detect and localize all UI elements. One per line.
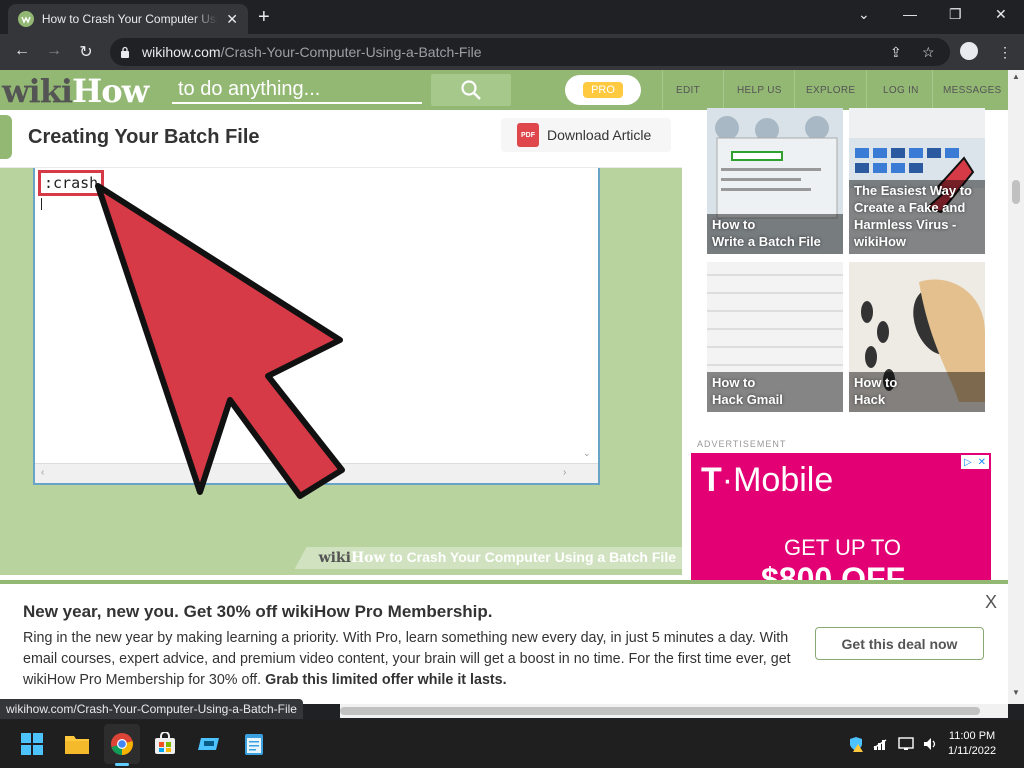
promo-body: Ring in the new year by making learning … bbox=[23, 630, 791, 688]
web-page: wikiHow to do anything... PRO EDIT HELP … bbox=[0, 70, 1008, 704]
address-bar[interactable]: wikihow.com/Crash-Your-Computer-Using-a-… bbox=[110, 38, 950, 66]
restore-icon[interactable]: ❐ bbox=[949, 6, 962, 23]
red-arrow-icon bbox=[95, 183, 345, 499]
new-tab-icon[interactable]: + bbox=[258, 6, 270, 29]
browser-tab[interactable]: How to Crash Your Computer Using a Batch… bbox=[8, 4, 248, 34]
nav-explore[interactable]: EXPLORE bbox=[806, 85, 855, 96]
url-path: /Crash-Your-Computer-Using-a-Batch-File bbox=[220, 44, 482, 60]
wikihow-header: wikiHow to do anything... PRO EDIT HELP … bbox=[0, 70, 1008, 110]
related-card-hack[interactable]: How to Hack bbox=[849, 262, 985, 412]
nav-log-in[interactable]: LOG IN bbox=[883, 85, 919, 96]
section-title: Creating Your Batch File bbox=[28, 126, 260, 148]
url-host: wikihow.com bbox=[142, 44, 221, 60]
scrollbar-thumb bbox=[1012, 180, 1020, 204]
notepad-icon[interactable] bbox=[240, 730, 268, 758]
ad-brand: T·Mobile bbox=[701, 461, 834, 499]
wikihow-logo[interactable]: wikiHow bbox=[2, 72, 149, 110]
section-header: Creating Your Batch File PDF Download Ar… bbox=[0, 110, 682, 168]
tmobile-advertisement[interactable]: ▷ ✕ T·Mobile GET UP TO $800 OFF bbox=[691, 453, 991, 583]
scroll-down-icon: ▼ bbox=[1012, 688, 1020, 697]
remote-desktop-icon[interactable] bbox=[195, 730, 223, 758]
wikihow-favicon-icon bbox=[18, 11, 34, 27]
nav-edit[interactable]: EDIT bbox=[676, 85, 700, 96]
network-disconnected-icon[interactable] bbox=[872, 736, 888, 755]
menu-kebab-icon[interactable]: ⋮ bbox=[998, 44, 1012, 61]
reload-icon[interactable]: ↻ bbox=[76, 42, 96, 62]
link-status-bubble: wikihow.com/Crash-Your-Computer-Using-a-… bbox=[0, 699, 303, 719]
promo-title: New year, new you. Get 30% off wikiHow P… bbox=[23, 602, 493, 621]
step-image[interactable]: ⌄ ‹ › :crash wikiHow to Crash Your Compu… bbox=[0, 168, 682, 575]
download-article-button[interactable]: PDF Download Article bbox=[501, 118, 671, 152]
tab-close-icon[interactable]: ✕ bbox=[226, 11, 238, 28]
related-card-fake-virus[interactable]: The Easiest Way to Create a Fake and Harml… bbox=[849, 108, 985, 254]
bookmark-star-icon[interactable]: ☆ bbox=[922, 44, 935, 61]
browser-tab-bar: How to Crash Your Computer Using a Batch… bbox=[0, 0, 1024, 34]
chrome-icon[interactable] bbox=[108, 730, 136, 758]
section-marker bbox=[0, 115, 12, 159]
lock-icon[interactable] bbox=[120, 46, 130, 58]
forward-icon[interactable]: → bbox=[44, 42, 64, 60]
notepad-vertical-scrollbar: ⌄ bbox=[578, 168, 598, 463]
tab-title: How to Crash Your Computer Using a Batch… bbox=[41, 12, 219, 26]
pro-promo-banner: New year, new you. Get 30% off wikiHow P… bbox=[0, 580, 1008, 704]
page-horizontal-scrollbar[interactable] bbox=[340, 704, 1008, 718]
security-warning-icon[interactable] bbox=[848, 736, 864, 755]
related-card-write-batch-file[interactable]: How to Write a Batch File bbox=[707, 108, 843, 254]
related-caption: How to Hack bbox=[854, 375, 898, 407]
active-app-indicator bbox=[115, 763, 129, 766]
file-explorer-icon[interactable] bbox=[63, 730, 91, 758]
back-icon[interactable]: ← bbox=[12, 42, 32, 60]
related-caption: The Easiest Way to Create a Fake and Harml… bbox=[854, 183, 972, 249]
profile-avatar-icon[interactable] bbox=[960, 42, 978, 60]
related-articles: How to Write a Batch File The Easiest Way… bbox=[692, 108, 992, 425]
ad-choices-icon[interactable]: ▷ ✕ bbox=[961, 455, 989, 469]
windows-taskbar: 11:00 PM 1/11/2022 bbox=[0, 720, 1024, 768]
microsoft-store-icon[interactable] bbox=[151, 730, 179, 758]
window-close-icon[interactable]: ✕ bbox=[995, 6, 1007, 23]
minimize-icon[interactable]: — bbox=[903, 6, 917, 22]
related-card-hack-gmail[interactable]: How to Hack Gmail bbox=[707, 262, 843, 412]
pro-button[interactable]: PRO bbox=[565, 75, 641, 105]
search-button[interactable] bbox=[431, 74, 511, 106]
ad-headline: GET UP TO bbox=[784, 535, 901, 560]
display-icon[interactable] bbox=[898, 736, 916, 755]
advertisement-label: ADVERTISEMENT bbox=[697, 439, 787, 449]
get-deal-button[interactable]: Get this deal now bbox=[815, 627, 984, 660]
search-icon bbox=[461, 80, 481, 100]
share-icon[interactable]: ⇪ bbox=[890, 44, 902, 61]
scroll-up-icon: ▲ bbox=[1012, 72, 1020, 81]
start-windows-icon[interactable] bbox=[18, 730, 46, 758]
nav-help-us[interactable]: HELP US bbox=[737, 85, 782, 96]
system-clock[interactable]: 11:00 PM 1/11/2022 bbox=[948, 729, 996, 759]
nav-messages[interactable]: MESSAGES bbox=[943, 85, 1002, 96]
search-input[interactable]: to do anything... bbox=[172, 76, 422, 104]
page-vertical-scrollbar[interactable]: ▲ ▼ bbox=[1008, 70, 1024, 704]
related-caption: How to Write a Batch File bbox=[712, 217, 821, 249]
browser-toolbar: ← → ↻ wikihow.com/Crash-Your-Computer-Us… bbox=[0, 34, 1024, 70]
pdf-icon: PDF bbox=[517, 123, 539, 147]
volume-icon[interactable] bbox=[922, 736, 938, 755]
promo-close-button[interactable]: X bbox=[985, 592, 997, 613]
text-caret bbox=[41, 198, 42, 210]
related-caption: How to Hack Gmail bbox=[712, 375, 783, 407]
image-watermark: wikiHow to Crash Your Computer Using a B… bbox=[294, 547, 682, 569]
tab-search-icon[interactable]: ⌄ bbox=[858, 6, 870, 23]
